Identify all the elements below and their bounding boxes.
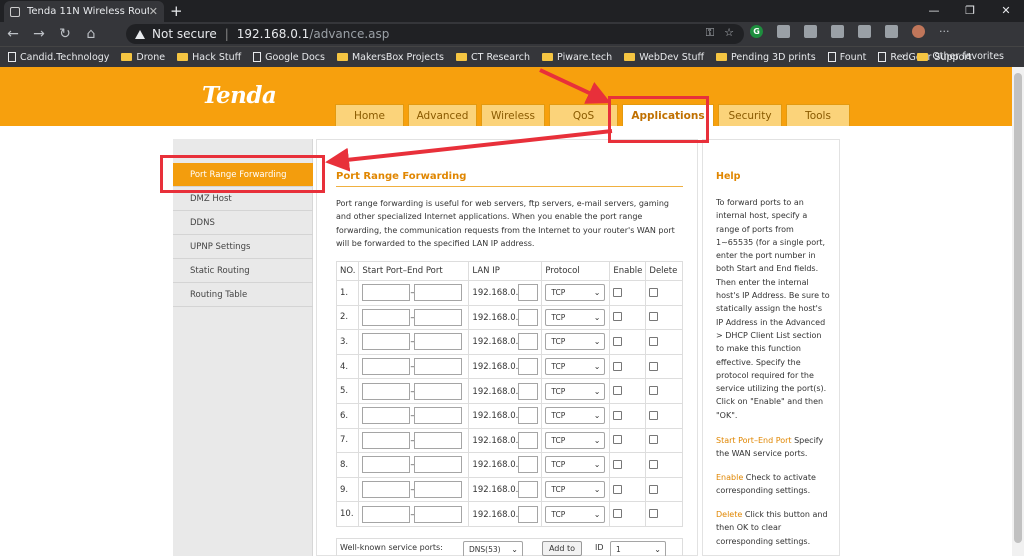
arrow-to-applications: [539, 68, 611, 104]
arrow-to-port-range-forwarding: [325, 129, 613, 172]
annotation-arrows: [325, 68, 613, 172]
